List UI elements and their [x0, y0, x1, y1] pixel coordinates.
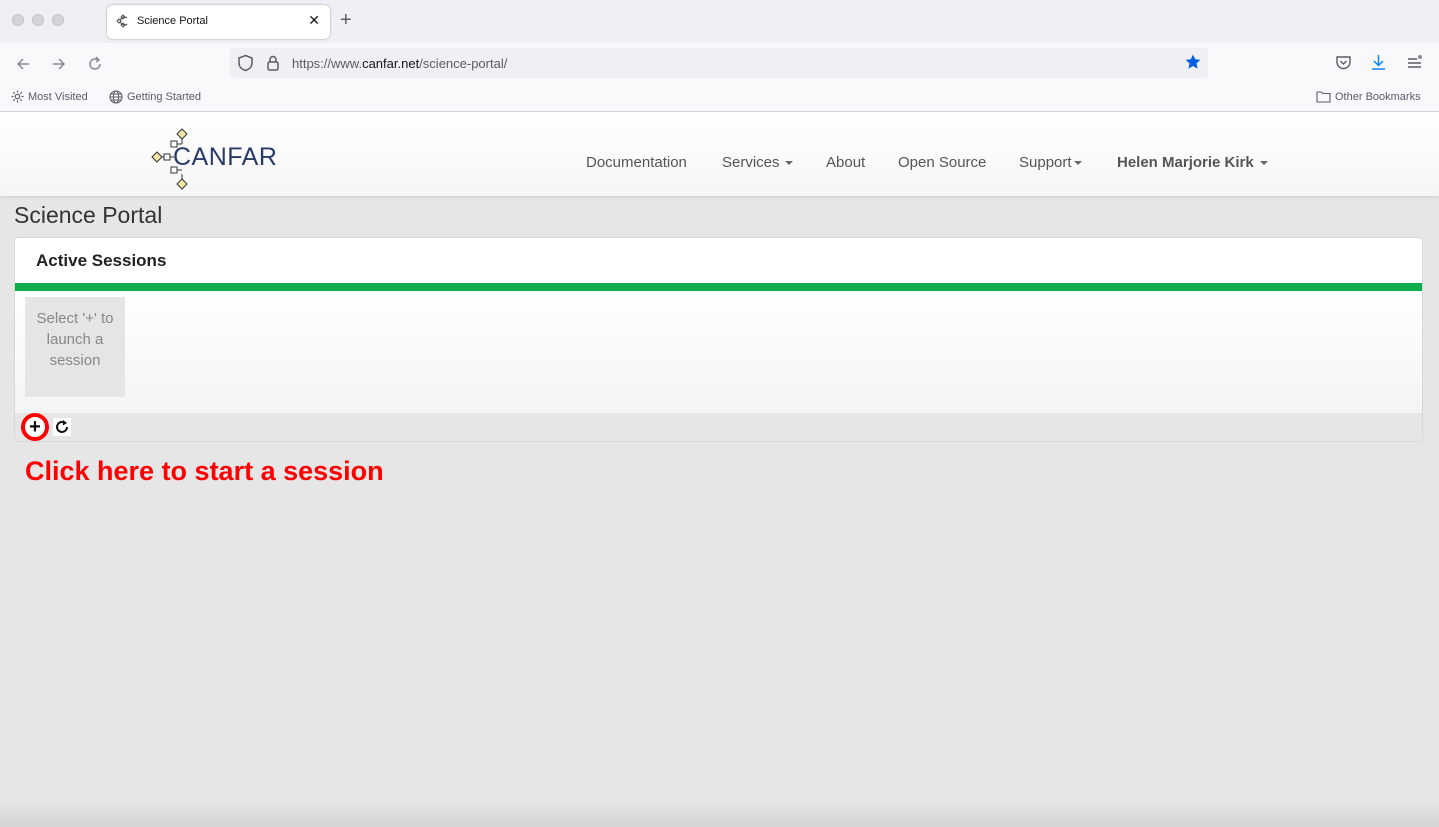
tab-title: Science Portal	[137, 15, 208, 27]
browser-tabbar: Science Portal ✕ +	[0, 0, 1439, 43]
other-bookmarks-label: Other Bookmarks	[1335, 90, 1421, 103]
nav-user-menu[interactable]: Helen Marjorie Kirk	[1117, 154, 1268, 171]
forward-button[interactable]	[47, 52, 71, 76]
bottom-shadow	[0, 800, 1439, 827]
folder-icon	[1316, 91, 1331, 103]
nav-support-label: Support	[1019, 154, 1072, 171]
canfar-logo[interactable]: CANFAR	[150, 127, 277, 191]
nav-documentation[interactable]: Documentation	[586, 154, 687, 171]
panel-footer: +	[15, 413, 1422, 441]
gear-icon	[11, 90, 24, 103]
logo-text: CANFAR	[173, 143, 278, 171]
browser-navbar: https://www.canfar.net/science-portal/	[0, 43, 1439, 85]
minimize-window-button[interactable]	[32, 14, 44, 26]
bookmark-label: Getting Started	[127, 91, 201, 103]
bookmark-getting-started[interactable]: Getting Started	[109, 90, 201, 104]
url-path: /science-portal/	[419, 56, 508, 71]
other-bookmarks[interactable]: Other Bookmarks	[1316, 90, 1421, 103]
sessions-area: Select '+' to launch a session	[15, 291, 1422, 413]
zoom-window-button[interactable]	[52, 14, 64, 26]
active-sessions-panel: Active Sessions Select '+' to launch a s…	[14, 237, 1423, 442]
lock-icon[interactable]	[266, 54, 280, 72]
panel-title: Active Sessions	[36, 251, 167, 270]
caret-down-icon	[1259, 161, 1268, 166]
menu-icon[interactable]	[1406, 54, 1423, 71]
pocket-icon[interactable]	[1335, 54, 1352, 71]
downloads-icon[interactable]	[1370, 54, 1387, 71]
nav-services-label: Services	[722, 154, 780, 171]
bookmarks-toolbar: Most Visited Getting Started Other Bookm…	[0, 85, 1439, 112]
nav-about[interactable]: About	[826, 154, 865, 171]
site-header: CANFAR Documentation Services About Open…	[0, 112, 1439, 196]
url-text: https://www.canfar.net/science-portal/	[292, 56, 507, 71]
progress-bar	[15, 283, 1422, 291]
add-session-button[interactable]: +	[21, 413, 49, 441]
back-button[interactable]	[11, 52, 35, 76]
url-host: canfar.net	[362, 56, 420, 71]
close-window-button[interactable]	[12, 14, 24, 26]
forward-arrow-icon	[53, 58, 66, 70]
panel-heading: Active Sessions	[15, 238, 1422, 283]
caret-down-icon	[784, 161, 793, 166]
refresh-sessions-icon[interactable]	[53, 418, 71, 436]
annotation-text: Click here to start a session	[25, 456, 384, 486]
nav-support[interactable]: Support	[1019, 154, 1082, 171]
nav-open-source[interactable]: Open Source	[898, 154, 986, 171]
url-bar[interactable]: https://www.canfar.net/science-portal/	[230, 48, 1208, 78]
nav-services[interactable]: Services	[722, 154, 793, 171]
canfar-favicon-icon	[116, 14, 128, 28]
new-tab-button[interactable]: +	[340, 8, 352, 32]
globe-icon	[109, 90, 123, 104]
caret-down-icon	[1073, 161, 1082, 166]
browser-tab[interactable]: Science Portal ✕	[107, 5, 330, 39]
bookmark-star-icon[interactable]	[1184, 53, 1202, 71]
plus-icon: +	[29, 416, 41, 438]
bookmark-most-visited[interactable]: Most Visited	[11, 90, 88, 103]
back-arrow-icon	[16, 58, 29, 70]
url-prefix: https://www.	[292, 56, 363, 71]
session-placeholder: Select '+' to launch a session	[25, 297, 125, 397]
page-title: Science Portal	[14, 202, 163, 228]
user-name: Helen Marjorie Kirk	[1117, 154, 1254, 171]
bookmark-label: Most Visited	[28, 90, 88, 103]
tab-close-icon[interactable]: ✕	[308, 12, 320, 29]
reload-icon	[89, 56, 101, 70]
shield-icon[interactable]	[237, 54, 254, 72]
reload-button[interactable]	[83, 52, 107, 76]
